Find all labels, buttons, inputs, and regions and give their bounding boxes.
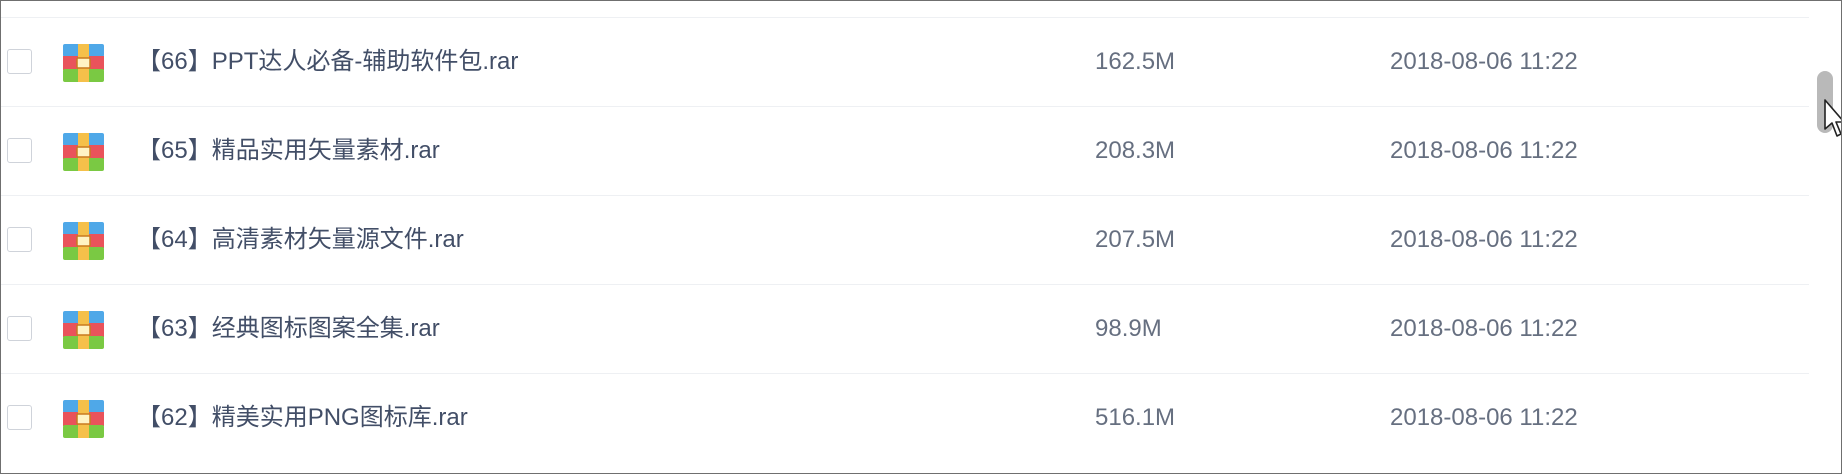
file-date: 2018-08-06 11:22 [1390,226,1578,253]
rar-archive-icon [63,222,104,260]
file-size: 162.5M [1095,48,1176,75]
file-size: 207.5M [1095,226,1176,253]
file-row[interactable]: 【62】精美实用PNG图标库.rar 516.1M 2018-08-06 11:… [1,374,1809,463]
file-list-window: 【66】PPT达人必备-辅助软件包.rar 162.5M 2018-08-06 … [0,0,1842,474]
file-name[interactable]: 【65】精品实用矢量素材.rar [137,135,440,167]
row-checkbox[interactable] [7,138,32,163]
file-name[interactable]: 【64】高清素材矢量源文件.rar [137,224,464,256]
row-checkbox[interactable] [7,316,32,341]
file-size: 208.3M [1095,137,1176,164]
file-row[interactable]: 【65】精品实用矢量素材.rar 208.3M 2018-08-06 11:22 [1,107,1809,196]
rar-archive-icon [63,311,104,349]
rar-archive-icon [63,133,104,171]
file-size: 516.1M [1095,404,1176,431]
file-date: 2018-08-06 11:22 [1390,48,1578,75]
file-row[interactable]: 【63】经典图标图案全集.rar 98.9M 2018-08-06 11:22 [1,285,1809,374]
file-row[interactable]: 【66】PPT达人必备-辅助软件包.rar 162.5M 2018-08-06 … [1,18,1809,107]
rar-archive-icon [63,44,104,82]
row-checkbox[interactable] [7,227,32,252]
file-date: 2018-08-06 11:22 [1390,404,1578,431]
file-row[interactable]: 【64】高清素材矢量源文件.rar 207.5M 2018-08-06 11:2… [1,196,1809,285]
scrollbar-thumb[interactable] [1817,71,1833,133]
file-name[interactable]: 【63】经典图标图案全集.rar [137,313,440,345]
file-list: 【66】PPT达人必备-辅助软件包.rar 162.5M 2018-08-06 … [1,18,1809,463]
file-size: 98.9M [1095,315,1162,342]
file-name[interactable]: 【62】精美实用PNG图标库.rar [137,402,468,434]
file-date: 2018-08-06 11:22 [1390,315,1578,342]
file-name[interactable]: 【66】PPT达人必备-辅助软件包.rar [137,46,518,78]
rar-archive-icon [63,400,104,438]
row-checkbox[interactable] [7,405,32,430]
row-checkbox[interactable] [7,49,32,74]
file-date: 2018-08-06 11:22 [1390,137,1578,164]
